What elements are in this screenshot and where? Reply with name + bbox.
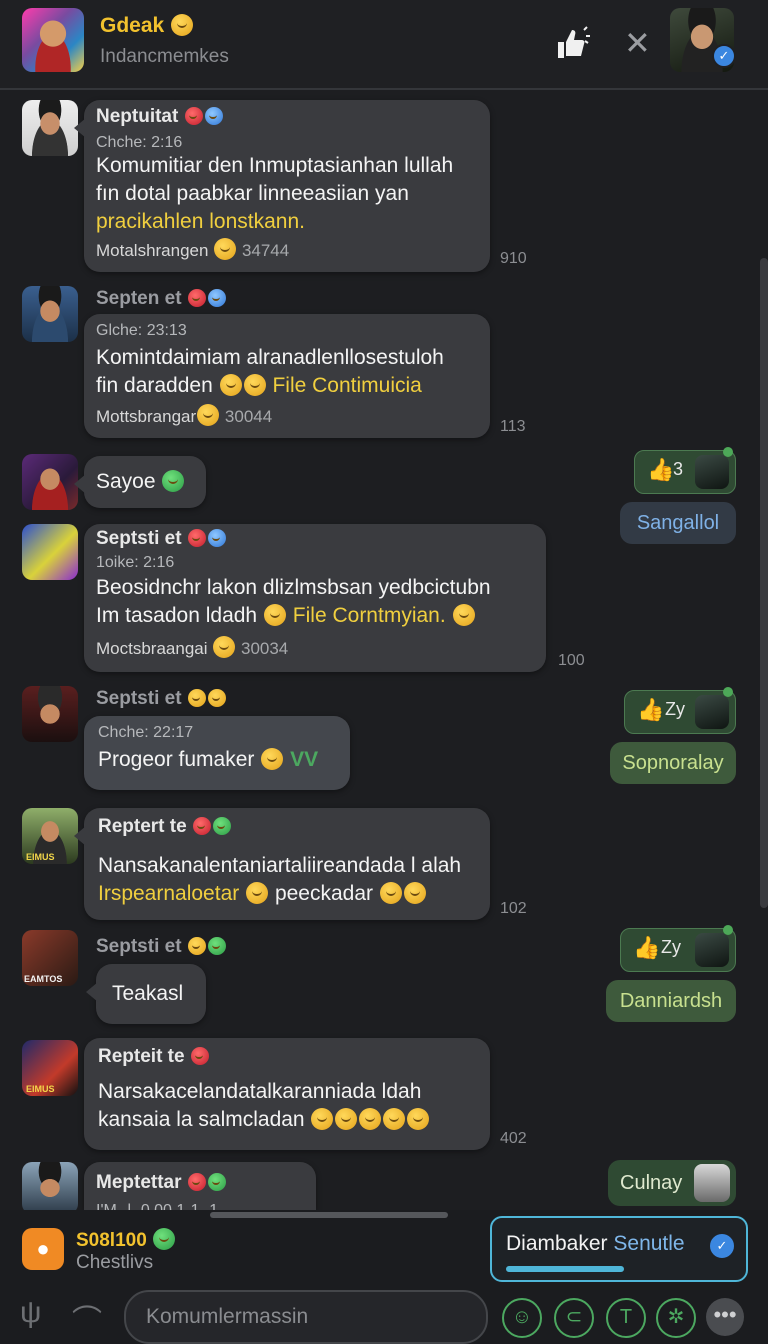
message-footer: Motalshrangen 34744 (96, 238, 289, 261)
reactor-avatar (695, 933, 729, 967)
sender-name: Reptert te (98, 816, 232, 838)
reaction-count: 3 (673, 459, 684, 479)
message-text: Beosidnchr lakon dlizlmsbsan yedbcictubn… (96, 576, 491, 627)
clip-icon[interactable]: ⊂ (554, 1298, 594, 1338)
message-meta: I'M--l- 0.00 1-1 -1 (96, 1202, 218, 1210)
thumbs-up-icon: 👍 (633, 935, 661, 960)
message-footer: Mottsbrangar 30044 (96, 404, 272, 427)
reactor-avatar (695, 695, 729, 729)
sender-avatar[interactable] (22, 1162, 78, 1214)
contact-name: S08l100 (76, 1228, 176, 1252)
emoji-icon[interactable]: ☺ (502, 1298, 542, 1338)
location-icon[interactable]: ● (22, 1228, 64, 1270)
reaction-count: Zy (661, 937, 681, 957)
reply-pill[interactable]: Danniardsh (606, 980, 736, 1022)
reaction-chip[interactable]: 👍 3 (634, 447, 736, 494)
message-meta: Chche: 22:17 (98, 724, 194, 741)
sender-name: Septsti et (96, 688, 227, 710)
attach-icon[interactable]: ⌒ (72, 1296, 102, 1340)
message-footer: Moctsbraangai 30034 (96, 636, 288, 659)
thumbs-up-icon: 👍 (647, 457, 675, 482)
message-text: Narsakacelandatalkaranniada ldah kansaia… (98, 1078, 486, 1134)
message-bubble[interactable]: Repteit te Narsakacelandatalkaranniada l… (84, 1038, 490, 1150)
smile-emoji-icon (171, 14, 194, 36)
scrollbar[interactable] (760, 258, 768, 908)
gif-icon[interactable]: ✲ (656, 1298, 696, 1338)
horizontal-scrollbar[interactable] (210, 1212, 448, 1218)
sender-name: Meptettar (96, 1172, 227, 1194)
message-count: 910 (500, 250, 527, 267)
message-text: Nansakanalentaniartaliireandada l alah I… (98, 854, 462, 905)
check-badge-icon: ✓ (708, 1232, 736, 1260)
reactor-avatar (694, 1164, 730, 1202)
sender-avatar[interactable] (22, 286, 78, 342)
message-bubble[interactable]: Sayoe (74, 456, 206, 508)
message-count: 102 (500, 900, 527, 917)
message-bubble[interactable]: Glche: 23:13 Komintdaimiam alranadlenllo… (84, 314, 490, 438)
sticker-icon[interactable]: T (606, 1298, 646, 1338)
message-bubble[interactable]: Reptert te Nansakanalentaniartaliireanda… (74, 808, 490, 920)
microphone-icon[interactable]: ψ (20, 1296, 41, 1330)
verified-badge-icon: ✓ (712, 44, 736, 68)
toast-progress (506, 1266, 624, 1272)
message-count: 113 (500, 418, 526, 435)
reply-pill[interactable]: Culnay (608, 1160, 736, 1206)
sender-name: Septsti et (96, 528, 227, 550)
thumbs-up-icon: 👍 (637, 697, 665, 722)
reactor-avatar (695, 455, 729, 489)
reply-pill[interactable]: Sopnoralay (610, 742, 736, 784)
sender-avatar[interactable] (22, 686, 78, 742)
more-icon[interactable]: ••• (706, 1298, 744, 1336)
message-text: Komintdaimiam alranadlenllosestuloh fin … (96, 346, 444, 397)
reply-pill[interactable]: Sangallol (620, 502, 736, 544)
reaction-count: Zy (665, 699, 685, 719)
message-bubble[interactable]: Septsti et 1oike: 2:16 Beosidnchr lakon … (84, 524, 546, 672)
sender-avatar[interactable]: EIMUS (22, 808, 78, 864)
sender-avatar[interactable] (22, 524, 78, 580)
contact-status: Chestlivs (76, 1252, 154, 1273)
sender-avatar[interactable]: EIMUS (22, 1040, 78, 1096)
message-meta: Glche: 23:13 (96, 322, 187, 339)
message-bubble[interactable]: Meptettar I'M--l- 0.00 1-1 -1 (84, 1162, 316, 1210)
reaction-chip[interactable]: 👍 Zy (620, 925, 736, 972)
message-count: 100 (558, 652, 585, 669)
message-input[interactable]: Komumlermassin (124, 1290, 488, 1344)
message-bubble[interactable]: Chche: 22:17 Progeor fumaker VV (84, 716, 350, 790)
chat-header: Gdeak Indancmemkes ✕ ✓ (0, 0, 768, 90)
message-bubble[interactable]: Teakasl (86, 964, 206, 1024)
message-text: Komumitiar den Inmuptasianhan lullah fın… (96, 154, 454, 233)
notification-toast[interactable]: Diambaker Senutle ✓ (490, 1216, 748, 1282)
close-icon[interactable]: ✕ (624, 24, 651, 62)
message-text: Teakasl (112, 982, 184, 1005)
sender-name: Repteit te (98, 1046, 210, 1068)
sender-name: Neptuitat (96, 106, 224, 128)
chat-subtitle: Indancmemkes (100, 46, 229, 67)
message-meta: 1oike: 2:16 (96, 554, 175, 571)
sender-name: Septsti et (96, 936, 227, 958)
sender-name: Septen et (96, 288, 227, 310)
message-bubble[interactable]: Neptuitat Chche: 2:16 Komumitiar den Inm… (74, 100, 490, 272)
toast-text: Diambaker Senutle (506, 1232, 685, 1255)
sender-avatar[interactable] (22, 100, 78, 156)
message-text: Progeor fumaker VV (98, 748, 319, 771)
chat-title: Gdeak (100, 14, 194, 38)
thumbs-up-icon[interactable] (552, 24, 592, 72)
message-meta: Chche: 2:16 (96, 134, 183, 151)
sender-avatar[interactable] (22, 454, 78, 510)
message-count: 402 (500, 1130, 527, 1147)
message-text: Sayoe (96, 468, 185, 496)
sender-avatar[interactable]: EAMTOS (22, 930, 78, 986)
reaction-chip[interactable]: 👍 Zy (624, 687, 736, 734)
group-avatar[interactable] (22, 8, 84, 72)
